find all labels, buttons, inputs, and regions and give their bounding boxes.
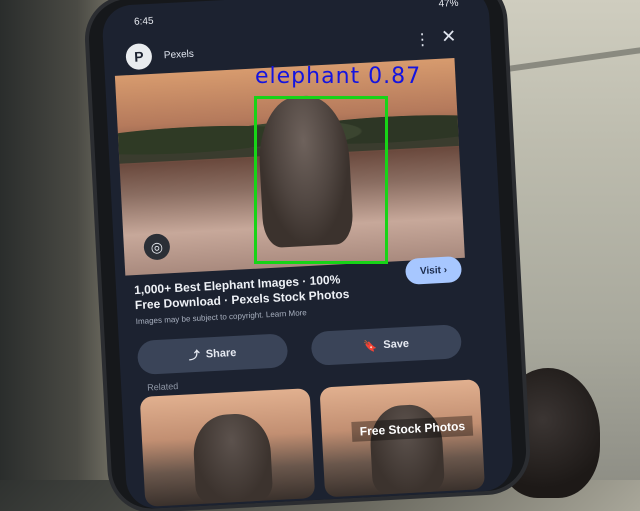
site-name[interactable]: Pexels bbox=[164, 48, 195, 61]
close-icon[interactable]: ✕ bbox=[441, 26, 457, 48]
share-label: Share bbox=[205, 346, 237, 361]
google-lens-icon[interactable]: ◎ bbox=[143, 233, 171, 261]
related-thumbnail[interactable] bbox=[139, 388, 316, 507]
more-options-icon[interactable]: ⋮ bbox=[414, 29, 431, 50]
bookmark-icon: 🔖 bbox=[363, 339, 378, 353]
status-time: 6:45 bbox=[133, 15, 154, 28]
related-label: Related bbox=[146, 380, 179, 393]
save-button[interactable]: 🔖 Save bbox=[310, 324, 463, 366]
thumbnail-label: Free Stock Photos bbox=[351, 415, 474, 442]
thumbnail-elephant bbox=[191, 412, 273, 505]
detection-bounding-box bbox=[254, 96, 388, 264]
share-icon: ⤴ bbox=[188, 349, 201, 363]
visit-button[interactable]: Visit › bbox=[404, 255, 463, 285]
detection-label: elephant 0.87 bbox=[255, 64, 422, 89]
status-battery: 47% bbox=[438, 0, 459, 10]
pexels-logo-icon[interactable]: P bbox=[125, 42, 153, 71]
save-label: Save bbox=[383, 337, 410, 352]
share-button[interactable]: ⤴ Share bbox=[136, 333, 289, 376]
result-caption[interactable]: 1,000+ Best Elephant Images · 100% Free … bbox=[134, 271, 365, 313]
